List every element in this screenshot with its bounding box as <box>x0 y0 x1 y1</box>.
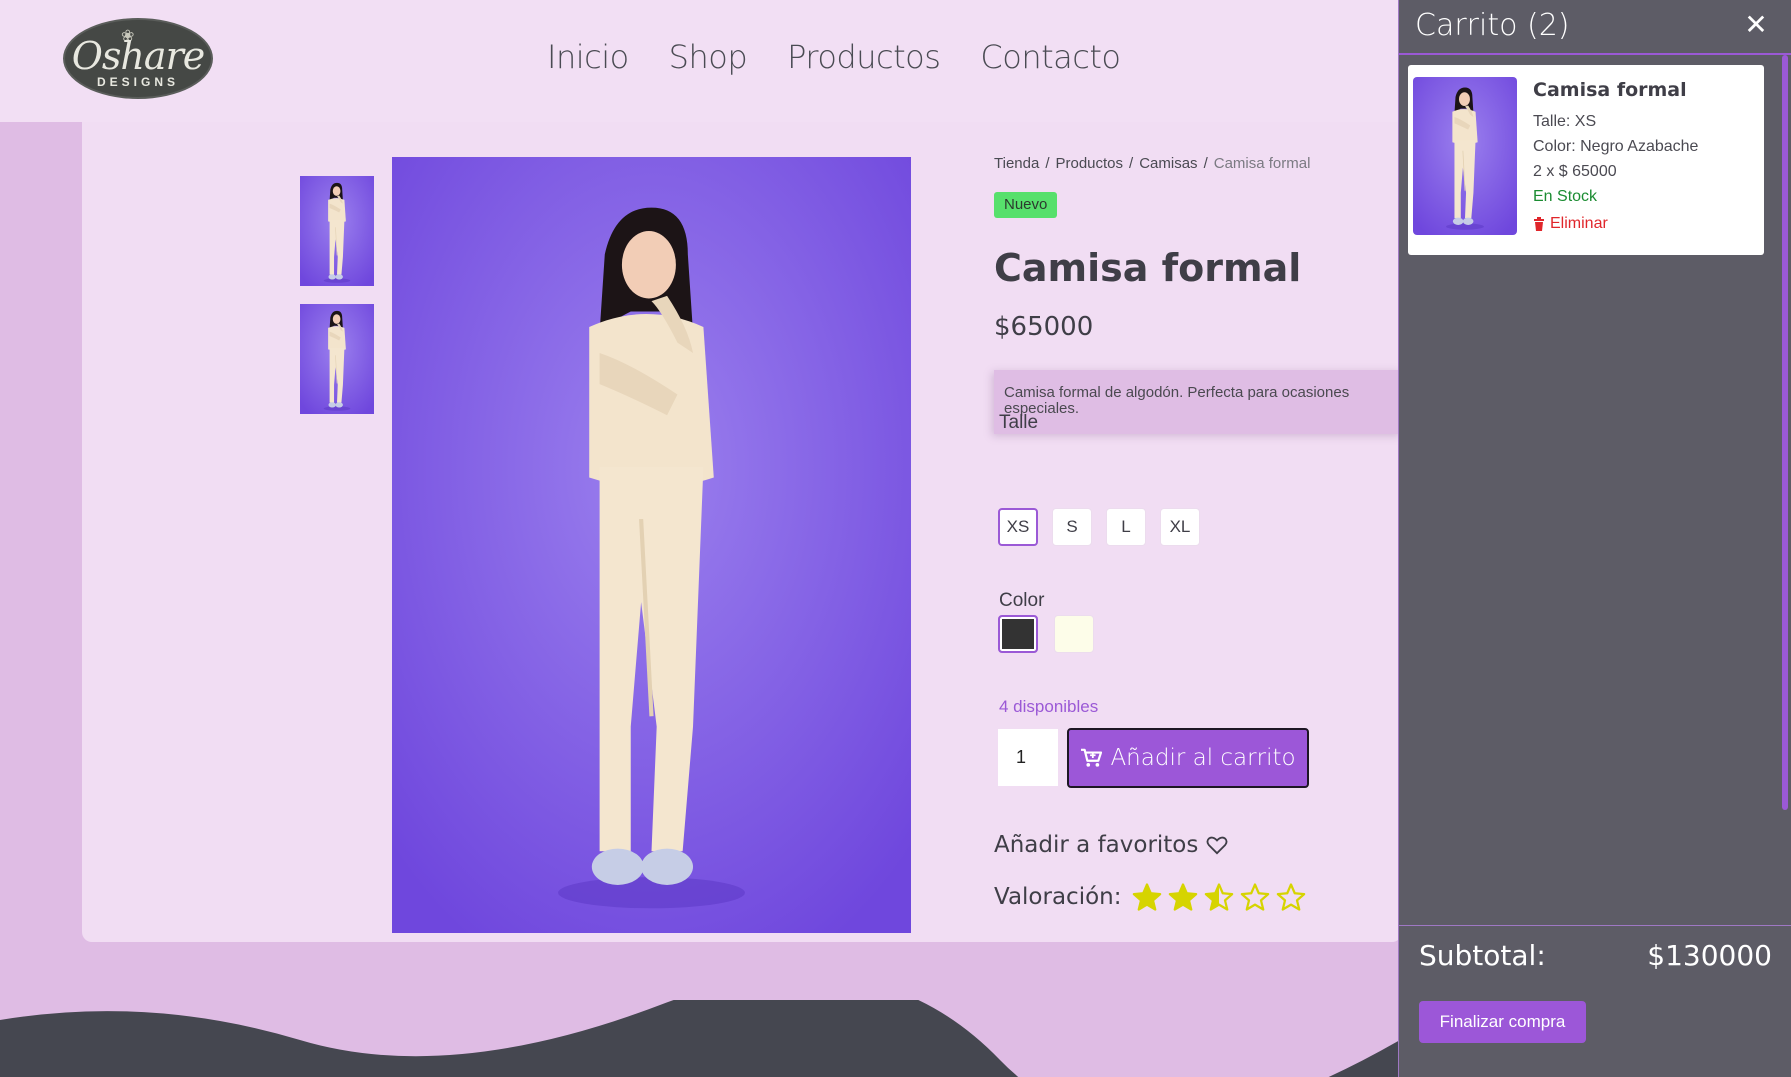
breadcrumb-camisas[interactable]: Camisas <box>1139 155 1197 172</box>
close-icon[interactable]: ✕ <box>1741 10 1771 40</box>
size-l-button[interactable]: L <box>1106 508 1146 546</box>
add-to-favorites[interactable]: Añadir a favoritos <box>994 832 1228 858</box>
size-options: XS S L XL <box>998 508 1200 546</box>
color-swatch-black[interactable] <box>998 615 1038 653</box>
subtotal-value: $130000 <box>1647 939 1772 972</box>
cart-icon <box>1081 748 1103 767</box>
product-price: $65000 <box>994 312 1094 342</box>
size-label: Talle <box>999 412 1039 433</box>
cart-item-color: Color: Negro Azabache <box>1533 138 1699 155</box>
logo-main-text: Oshare <box>71 34 205 78</box>
star-filled-icon[interactable] <box>1168 882 1198 912</box>
product-card: Tienda / Productos / Camisas / Camisa formal N… <box>82 122 1402 942</box>
heart-icon <box>1206 836 1228 855</box>
new-badge: Nuevo <box>994 192 1058 218</box>
trash-icon <box>1534 217 1544 231</box>
nav-contacto[interactable]: Contacto <box>980 38 1121 76</box>
bottom-wave-decoration <box>0 1000 1400 1077</box>
cart-item-qty-price: 2 x $ 65000 <box>1533 163 1617 180</box>
logo-sub-text: DESIGNS <box>96 75 179 89</box>
main-nav: Inicio Shop Productos Contacto <box>547 38 1121 76</box>
brand-logo[interactable]: ❀ Oshare DESIGNS <box>63 18 213 99</box>
cart-footer: Subtotal: $130000 Finalizar compra <box>1399 925 1791 1077</box>
cart-item-image[interactable] <box>1413 77 1517 235</box>
cart-drawer: Carrito (2) ✕ Camisa formal Talle: XS Co… <box>1398 0 1791 1077</box>
cart-item: Camisa formal Talle: XS Color: Negro Aza… <box>1408 65 1764 255</box>
product-description: Camisa formal de algodón. Perfecta para … <box>994 370 1402 434</box>
cart-item-remove-button[interactable]: Eliminar <box>1533 215 1608 233</box>
add-to-cart-button[interactable]: Añadir al carrito <box>1067 728 1309 788</box>
product-main-image[interactable] <box>392 157 911 933</box>
thumbnail-2[interactable] <box>300 304 374 414</box>
rating-stars[interactable] <box>1132 882 1306 912</box>
size-s-button[interactable]: S <box>1052 508 1092 546</box>
star-empty-icon[interactable] <box>1240 882 1270 912</box>
star-half-icon[interactable] <box>1204 882 1234 912</box>
add-to-cart-label: Añadir al carrito <box>1110 745 1296 771</box>
favorites-label: Añadir a favoritos <box>994 832 1199 858</box>
stock-available: 4 disponibles <box>999 697 1099 716</box>
star-filled-icon[interactable] <box>1132 882 1162 912</box>
size-xl-button[interactable]: XL <box>1160 508 1200 546</box>
cart-scrollbar[interactable] <box>1782 55 1788 810</box>
cart-item-name: Camisa formal <box>1533 79 1687 101</box>
cart-drawer-header: Carrito (2) ✕ <box>1399 0 1791 55</box>
color-swatch-cream[interactable] <box>1054 615 1094 653</box>
size-xs-button[interactable]: XS <box>998 508 1038 546</box>
rating: Valoración: <box>994 882 1306 912</box>
cart-title: Carrito (2) <box>1415 8 1570 43</box>
nav-productos[interactable]: Productos <box>787 38 941 76</box>
cart-item-size: Talle: XS <box>1533 113 1597 130</box>
checkout-button[interactable]: Finalizar compra <box>1419 1001 1586 1043</box>
star-empty-icon[interactable] <box>1276 882 1306 912</box>
product-title: Camisa formal <box>994 246 1302 290</box>
color-label: Color <box>999 590 1045 611</box>
thumbnail-1[interactable] <box>300 176 374 286</box>
quantity-input[interactable] <box>998 729 1058 786</box>
rating-label: Valoración: <box>994 884 1122 910</box>
subtotal-label: Subtotal: <box>1419 939 1546 972</box>
breadcrumb-current: Camisa formal <box>1213 155 1311 172</box>
nav-inicio[interactable]: Inicio <box>547 38 629 76</box>
breadcrumb-tienda[interactable]: Tienda <box>994 155 1039 172</box>
breadcrumb: Tienda / Productos / Camisas / Camisa formal <box>994 155 1311 172</box>
breadcrumb-productos[interactable]: Productos <box>1055 155 1123 172</box>
nav-shop[interactable]: Shop <box>669 38 748 76</box>
color-options <box>998 615 1094 653</box>
cart-item-stock: En Stock <box>1533 188 1598 205</box>
cart-item-remove-label: Eliminar <box>1550 215 1608 232</box>
